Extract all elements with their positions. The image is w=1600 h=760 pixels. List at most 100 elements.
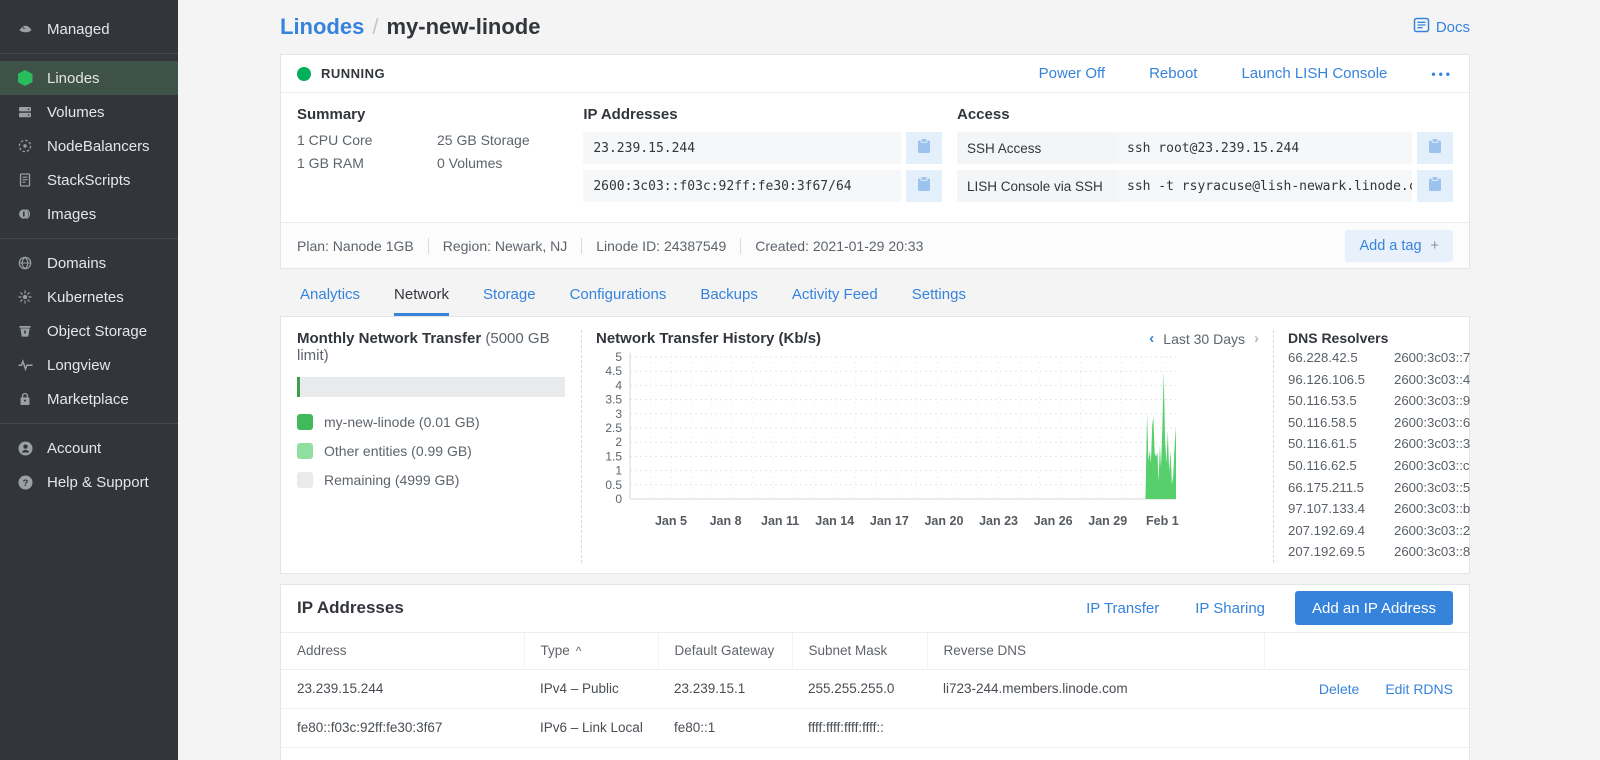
column-header-actions xyxy=(1264,632,1469,669)
kubernetes-icon xyxy=(15,289,35,305)
tab-settings[interactable]: Settings xyxy=(912,269,966,316)
linode-hexagon-icon xyxy=(15,70,35,86)
managed-icon xyxy=(15,21,35,37)
cell-address: 23.239.15.244 xyxy=(281,669,524,708)
sidebar-item-account[interactable]: Account xyxy=(0,431,178,465)
svg-text:2: 2 xyxy=(615,435,622,449)
launch-lish-console-button[interactable]: Launch LISH Console xyxy=(1241,65,1387,82)
cell-subnet: ffff:ffff:ffff:ffff:: xyxy=(792,747,927,760)
delete-ip-button[interactable]: Delete xyxy=(1319,681,1359,697)
ssh-access-label: SSH Access xyxy=(957,132,1117,164)
docs-link[interactable]: Docs xyxy=(1413,17,1470,37)
ipv4-address-value: 23.239.15.244 xyxy=(583,132,901,164)
tab-storage[interactable]: Storage xyxy=(483,269,536,316)
dns-row: 50.116.61.52600:3c03::3 xyxy=(1288,433,1461,455)
table-row-ipv4-public: 23.239.15.244 IPv4 – Public 23.239.15.1 … xyxy=(281,669,1469,708)
created-label: Created: 2021-01-29 20:33 xyxy=(755,238,923,254)
sidebar-item-longview[interactable]: Longview xyxy=(0,348,178,382)
images-icon xyxy=(15,206,35,222)
sidebar-item-stackscripts[interactable]: StackScripts xyxy=(0,163,178,197)
column-header-rdns: Reverse DNS xyxy=(927,632,1264,669)
summary-storage: 25 GB Storage xyxy=(437,132,583,148)
svg-text:3.5: 3.5 xyxy=(605,393,622,407)
tab-configurations[interactable]: Configurations xyxy=(570,269,667,316)
sidebar-item-linodes[interactable]: Linodes xyxy=(0,61,178,95)
marketplace-icon xyxy=(15,391,35,407)
copy-lish-button[interactable] xyxy=(1417,170,1453,202)
svg-text:?: ? xyxy=(22,477,28,488)
status-badge: RUNNING xyxy=(321,66,385,81)
sidebar-item-marketplace[interactable]: Marketplace xyxy=(0,382,178,416)
linode-detail-card: RUNNING Power Off Reboot Launch LISH Con… xyxy=(280,54,1470,269)
reboot-button[interactable]: Reboot xyxy=(1149,65,1197,82)
longview-pulse-icon xyxy=(15,357,35,373)
tab-backups[interactable]: Backups xyxy=(700,269,758,316)
clipboard-icon xyxy=(1428,176,1442,197)
svg-text:1: 1 xyxy=(615,464,622,478)
range-next-chevron-icon[interactable]: › xyxy=(1254,330,1259,347)
meta-divider xyxy=(740,238,741,254)
power-off-button[interactable]: Power Off xyxy=(1039,65,1105,82)
ip-transfer-link[interactable]: IP Transfer xyxy=(1086,600,1159,617)
clipboard-icon xyxy=(1428,138,1442,159)
sidebar-divider xyxy=(0,238,178,239)
access-title: Access xyxy=(957,106,1453,123)
svg-text:2.5: 2.5 xyxy=(605,421,622,435)
tab-activity-feed[interactable]: Activity Feed xyxy=(792,269,878,316)
edit-rdns-button[interactable]: Edit RDNS xyxy=(1385,681,1453,697)
plan-label: Plan: Nanode 1GB xyxy=(297,238,414,254)
status-dot xyxy=(297,67,311,81)
breadcrumb-linodes-link[interactable]: Linodes xyxy=(280,14,364,40)
sidebar-item-kubernetes[interactable]: Kubernetes xyxy=(0,280,178,314)
linode-id-label: Linode ID: 24387549 xyxy=(596,238,726,254)
sidebar-item-domains[interactable]: Domains xyxy=(0,246,178,280)
svg-text:4: 4 xyxy=(615,378,622,392)
range-label: Last 30 Days xyxy=(1163,331,1245,347)
svg-text:Jan 14: Jan 14 xyxy=(815,514,854,528)
add-ip-address-button[interactable]: Add an IP Address xyxy=(1295,591,1453,625)
copy-ipv6-button[interactable] xyxy=(906,170,942,202)
copy-ipv4-button[interactable] xyxy=(906,132,942,164)
svg-text:Jan 17: Jan 17 xyxy=(870,514,909,528)
column-header-type[interactable]: Type^ xyxy=(524,632,658,669)
lish-console-label: LISH Console via SSH xyxy=(957,170,1117,202)
more-actions-button[interactable]: ••• xyxy=(1431,67,1453,81)
legend-item-linode: my-new-linode (0.01 GB) xyxy=(297,414,565,430)
add-tag-button[interactable]: Add a tag + xyxy=(1345,230,1453,262)
cell-type: IPv6 – Link Local xyxy=(524,708,658,747)
breadcrumb-separator: / xyxy=(372,14,378,40)
cell-rdns xyxy=(927,747,1264,760)
sidebar-item-help-support[interactable]: ? Help & Support xyxy=(0,465,178,499)
svg-text:0.5: 0.5 xyxy=(605,478,622,492)
cell-gateway: fe80::1 xyxy=(658,708,792,747)
sidebar-item-managed[interactable]: Managed xyxy=(0,12,178,46)
sidebar-item-nodebalancers[interactable]: NodeBalancers xyxy=(0,129,178,163)
monthly-transfer-title: Monthly Network Transfer (5000 GB limit) xyxy=(297,330,565,364)
copy-ssh-button[interactable] xyxy=(1417,132,1453,164)
cell-type: IPv6 – SLAAC xyxy=(524,747,658,760)
sidebar-divider xyxy=(0,423,178,424)
date-range-picker: ‹ Last 30 Days › xyxy=(1149,330,1259,347)
main-content: Linodes / my-new-linode Docs RUNNING Pow… xyxy=(178,0,1600,760)
sidebar-item-object-storage[interactable]: Object Storage xyxy=(0,314,178,348)
lish-console-value: ssh -t rsyracuse@lish-newark.linode.com xyxy=(1117,170,1412,202)
tab-network[interactable]: Network xyxy=(394,269,449,316)
tab-analytics[interactable]: Analytics xyxy=(300,269,360,316)
sidebar-item-images[interactable]: Images xyxy=(0,197,178,231)
svg-text:4.5: 4.5 xyxy=(605,364,622,378)
cell-type: IPv4 – Public xyxy=(524,669,658,708)
dns-resolvers-title: DNS Resolvers xyxy=(1288,330,1461,346)
summary-volumes: 0 Volumes xyxy=(437,155,583,171)
range-prev-chevron-icon[interactable]: ‹ xyxy=(1149,330,1154,347)
cell-subnet: 255.255.255.0 xyxy=(792,669,927,708)
dns-row: 50.116.62.52600:3c03::c xyxy=(1288,455,1461,477)
svg-text:Jan 8: Jan 8 xyxy=(710,514,742,528)
legend-item-remaining: Remaining (4999 GB) xyxy=(297,472,565,488)
help-question-icon: ? xyxy=(15,474,35,491)
ipv6-address-value: 2600:3c03::f03c:92ff:fe30:3f67/64 xyxy=(583,170,901,202)
ip-sharing-link[interactable]: IP Sharing xyxy=(1195,600,1265,617)
sort-ascending-icon: ^ xyxy=(576,644,582,658)
legend-swatch-lightgreen xyxy=(297,443,313,459)
sidebar-item-volumes[interactable]: Volumes xyxy=(0,95,178,129)
dns-row: 207.192.69.42600:3c03::2 xyxy=(1288,520,1461,542)
